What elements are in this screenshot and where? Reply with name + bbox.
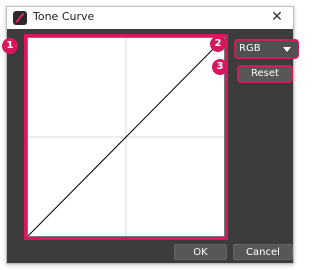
close-icon[interactable]: ✕ [269, 9, 285, 25]
chevron-down-icon [283, 47, 291, 52]
callout-badge-2: 2 [210, 36, 226, 52]
title-bar: Tone Curve ✕ [7, 7, 293, 29]
channel-select-value: RGB [239, 43, 261, 54]
window-title: Tone Curve [33, 10, 95, 23]
tone-curve-dialog: Tone Curve ✕ RGB Reset OK Cancel [6, 6, 299, 264]
cancel-button[interactable]: Cancel [233, 244, 293, 260]
reset-button[interactable]: Reset [237, 65, 293, 83]
tone-curve-canvas[interactable] [28, 38, 224, 236]
callout-badge-1: 1 [2, 38, 18, 54]
callout-badge-3: 3 [212, 59, 228, 75]
channel-select[interactable]: RGB [234, 39, 299, 59]
tone-curve-graph[interactable] [24, 34, 228, 240]
tone-curve-app-icon [13, 11, 27, 25]
ok-button[interactable]: OK [174, 244, 227, 260]
